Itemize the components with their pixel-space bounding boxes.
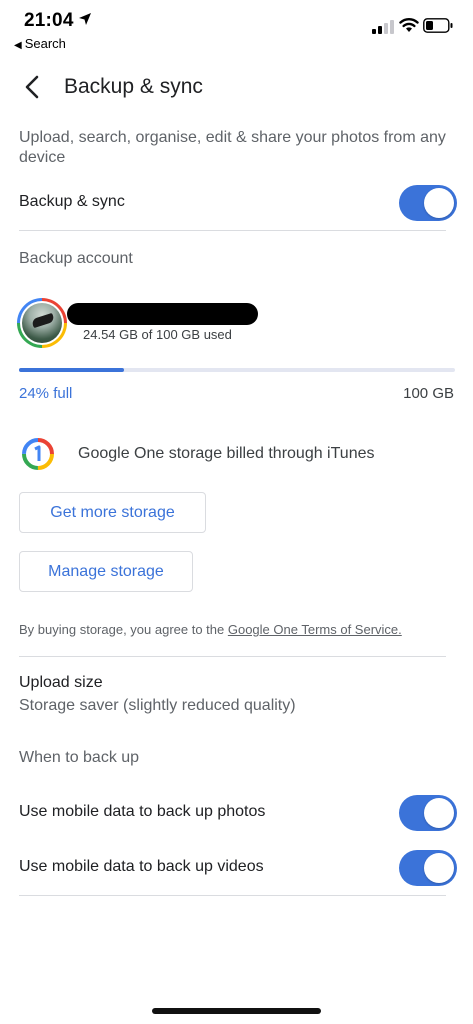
avatar-photo	[22, 303, 62, 343]
battery-icon	[423, 18, 453, 33]
backup-sync-row: Backup & sync	[19, 185, 457, 221]
when-to-back-up-heading: When to back up	[19, 749, 140, 766]
terms-of-service-link[interactable]: Google One Terms of Service.	[228, 622, 402, 637]
google-one-icon	[22, 438, 54, 470]
back-to-app-link[interactable]: ◀ Search	[14, 36, 66, 51]
upload-size-value[interactable]: Storage saver (slightly reduced quality)	[19, 697, 296, 715]
back-arrow-icon[interactable]	[20, 74, 44, 100]
storage-progress-fill	[19, 368, 124, 372]
status-time: 21:04	[24, 10, 74, 31]
back-app-label: Search	[24, 36, 66, 51]
mobile-data-photos-row: Use mobile data to back up photos	[19, 795, 457, 831]
upload-size-title: Upload size	[19, 674, 103, 691]
backup-sync-toggle[interactable]	[399, 185, 457, 221]
mobile-data-videos-row: Use mobile data to back up videos	[19, 850, 457, 886]
app-header: Backup & sync	[0, 64, 473, 108]
status-bar: 21:04 ◀ Search	[0, 0, 473, 56]
mobile-data-videos-label: Use mobile data to back up videos	[19, 858, 264, 875]
backup-sync-label: Backup & sync	[19, 193, 125, 210]
account-avatar[interactable]	[17, 298, 67, 348]
page-description: Upload, search, organise, edit & share y…	[19, 129, 446, 166]
cellular-signal-icon	[372, 20, 394, 34]
back-triangle-icon: ◀	[14, 40, 22, 51]
mobile-data-photos-label: Use mobile data to back up photos	[19, 803, 266, 820]
mobile-data-videos-toggle[interactable]	[399, 850, 457, 886]
home-indicator[interactable]	[152, 1008, 321, 1014]
divider	[19, 656, 446, 657]
terms-prefix: By buying storage, you agree to the	[19, 622, 228, 637]
storage-total-label: 100 GB	[403, 385, 454, 402]
storage-percent-label: 24% full	[19, 385, 73, 402]
google-one-billing-text: Google One storage billed through iTunes	[78, 445, 375, 462]
location-arrow-icon	[79, 13, 91, 25]
redacted-account-name	[67, 303, 258, 325]
storage-progress-bar	[19, 368, 455, 372]
storage-usage-text: 24.54 GB of 100 GB used	[83, 327, 232, 342]
wifi-icon	[399, 18, 419, 32]
divider	[19, 895, 446, 896]
mobile-data-photos-toggle[interactable]	[399, 795, 457, 831]
toggle-knob	[424, 853, 454, 883]
manage-storage-button[interactable]: Manage storage	[19, 551, 193, 592]
backup-account-heading: Backup account	[19, 250, 133, 267]
get-more-storage-button[interactable]: Get more storage	[19, 492, 206, 533]
terms-text: By buying storage, you agree to the Goog…	[19, 622, 402, 637]
toggle-knob	[424, 798, 454, 828]
divider	[19, 230, 446, 231]
toggle-knob	[424, 188, 454, 218]
page-title: Backup & sync	[64, 75, 203, 98]
